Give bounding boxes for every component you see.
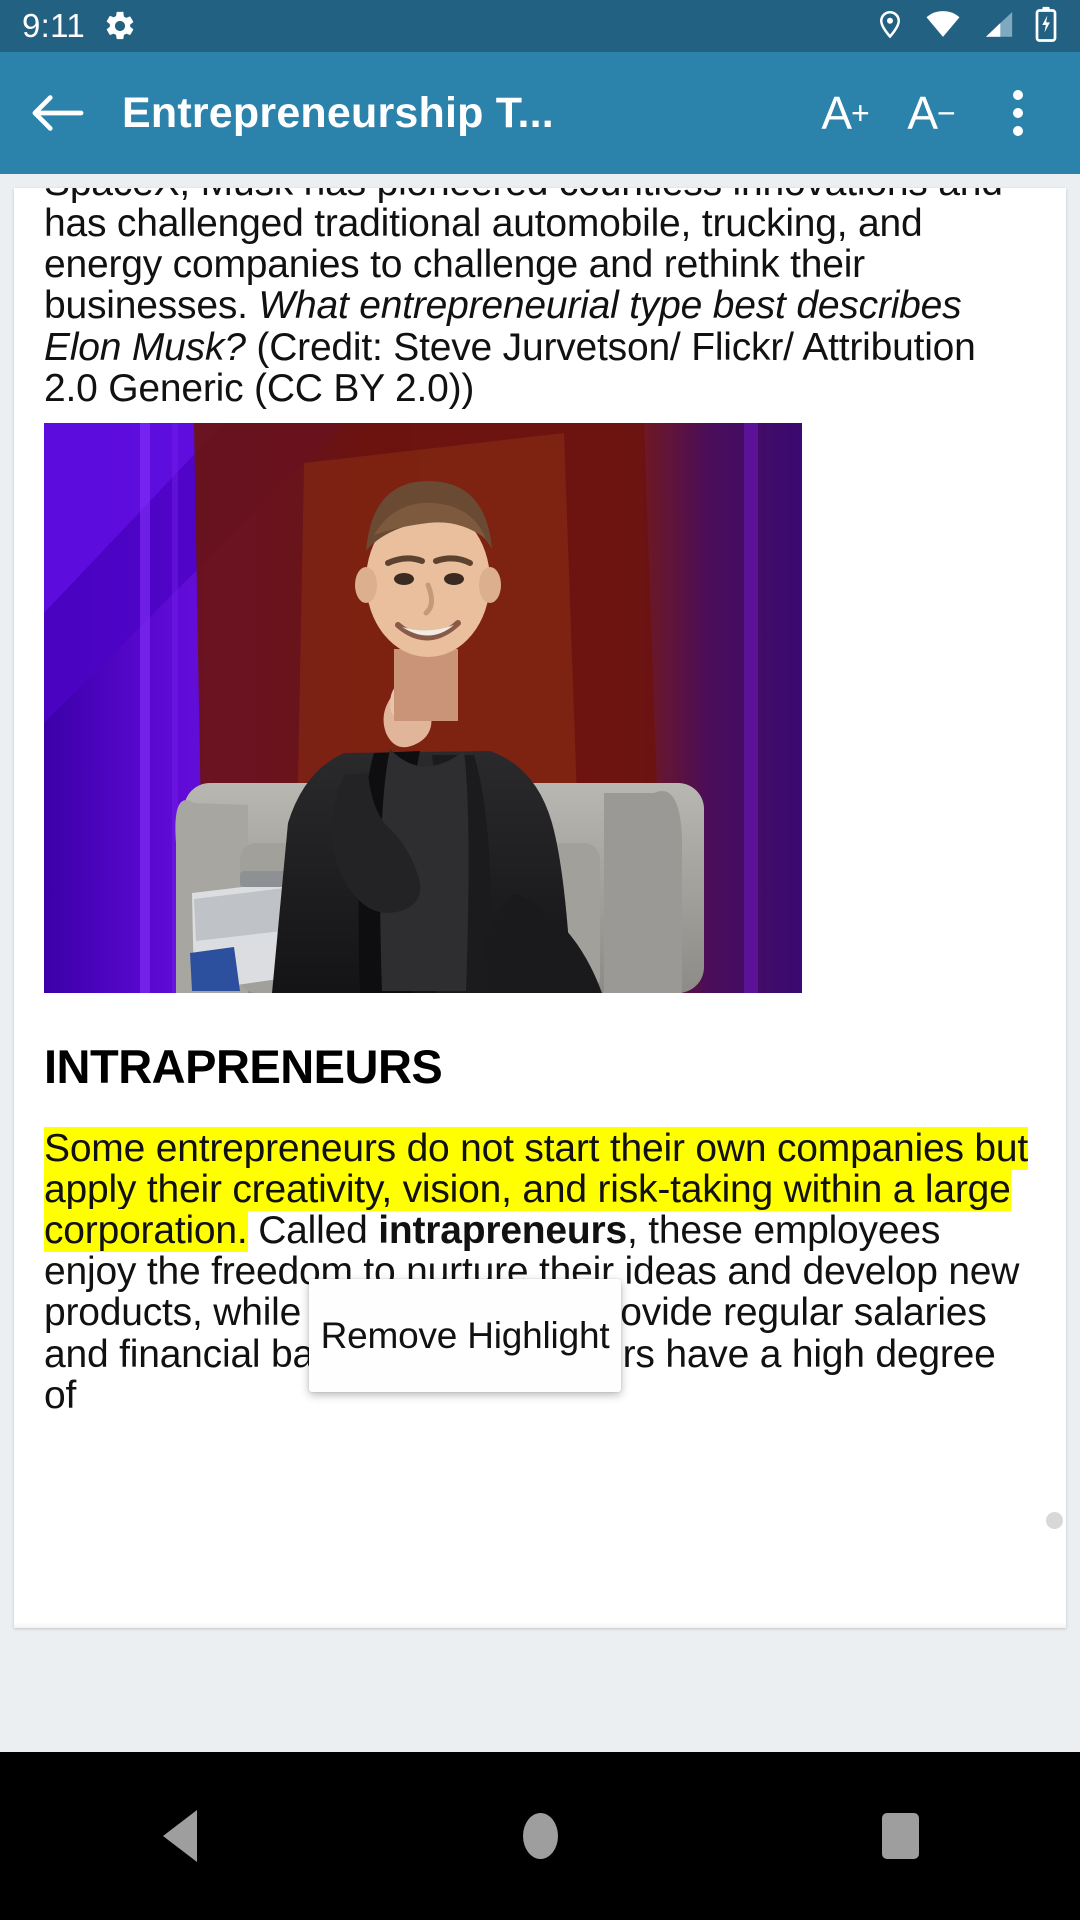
overflow-dot-1 xyxy=(1013,90,1023,100)
status-bar-icons xyxy=(875,6,1058,47)
status-bar-clock: 9:11 xyxy=(22,7,85,44)
overflow-menu-icon[interactable] xyxy=(982,68,1054,158)
decrease-font-sign: − xyxy=(937,94,956,131)
increase-font-letter: A xyxy=(821,87,852,139)
remove-highlight-popup[interactable]: Remove Highlight xyxy=(309,1279,621,1392)
page-title: Entrepreneurship T... xyxy=(122,88,554,137)
overflow-dot-3 xyxy=(1013,126,1023,136)
remove-highlight-label: Remove Highlight xyxy=(320,1314,610,1356)
battery-charging-icon xyxy=(1034,6,1058,47)
phone-screen: 9:11 Entrepreneurship T... A + A − has c… xyxy=(0,0,1080,1920)
nav-home-button[interactable] xyxy=(465,1781,615,1891)
section-heading: INTRAPRENEURS xyxy=(44,1039,443,1093)
gear-icon xyxy=(103,9,137,43)
increase-font-size-button[interactable]: A + xyxy=(802,68,888,158)
increase-font-sign: + xyxy=(851,94,870,131)
recents-square-icon xyxy=(881,1813,919,1859)
app-bar-actions: A + A − xyxy=(802,68,1054,158)
card-bottom-shadow xyxy=(14,1622,1066,1628)
android-navigation-bar xyxy=(0,1752,1080,1920)
back-triangle-icon xyxy=(163,1810,197,1862)
elon-musk-photo xyxy=(44,422,802,993)
overflow-dot-2 xyxy=(1013,108,1023,118)
figure-caption-paragraph: SpaceX, Musk has pioneered countless inn… xyxy=(44,188,1036,409)
scroll-indicator[interactable] xyxy=(1046,1512,1063,1529)
status-bar: 9:11 xyxy=(0,0,1080,52)
reader-card: SpaceX, Musk has pioneered countless inn… xyxy=(14,188,1066,1628)
location-pin-icon xyxy=(875,7,905,46)
decrease-font-size-button[interactable]: A − xyxy=(888,68,974,158)
cellular-signal-icon xyxy=(981,9,1015,44)
back-arrow-icon[interactable] xyxy=(26,81,90,145)
decrease-font-letter: A xyxy=(907,87,938,139)
app-bar: Entrepreneurship T... A + A − xyxy=(0,52,1080,174)
home-circle-icon xyxy=(522,1813,558,1859)
body-text-part-2: Called xyxy=(247,1209,379,1253)
nav-recents-button[interactable] xyxy=(825,1781,975,1891)
nav-back-button[interactable] xyxy=(105,1781,255,1891)
content-scroll-area[interactable]: SpaceX, Musk has pioneered countless inn… xyxy=(0,174,1080,1700)
wifi-icon xyxy=(924,9,962,44)
bold-term-intrapreneurs: intrapreneurs xyxy=(378,1209,628,1253)
